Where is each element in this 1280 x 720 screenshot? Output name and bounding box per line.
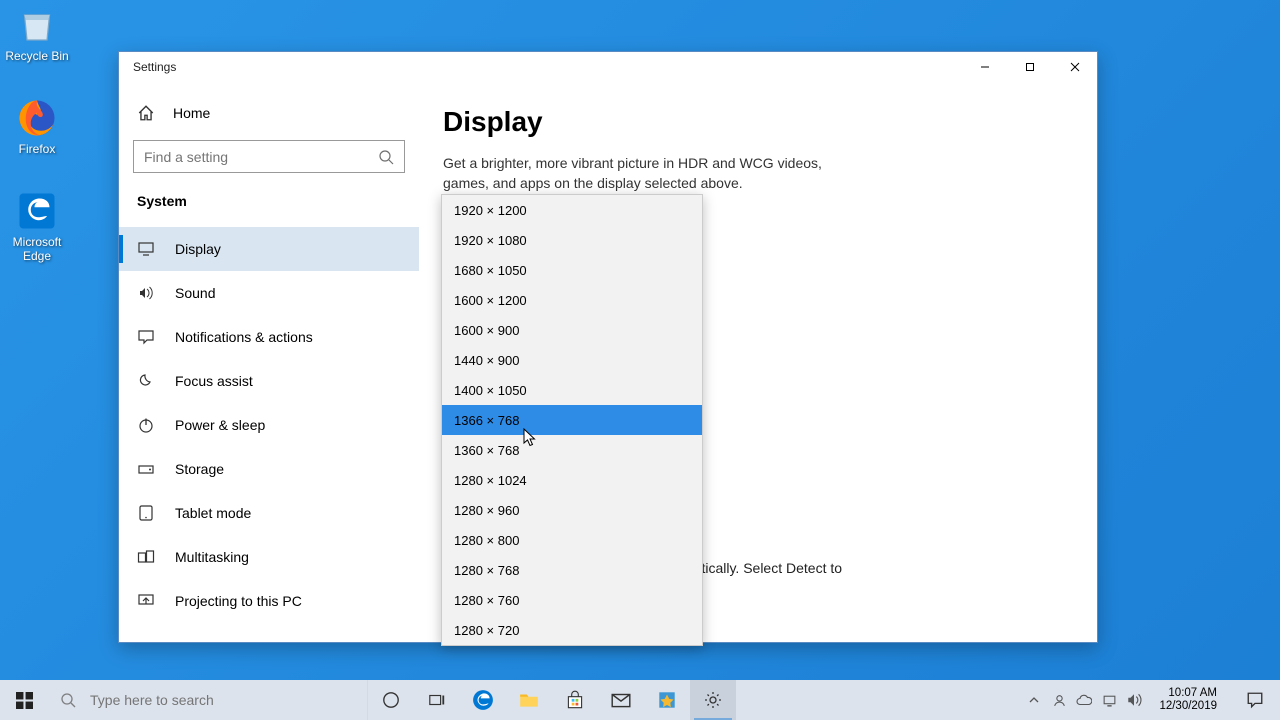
- sidebar: Home System Display Sound Notifications & …: [119, 82, 419, 642]
- firefox-icon: [16, 97, 58, 139]
- nav-item-notifications[interactable]: Notifications & actions: [119, 315, 419, 359]
- page-description: Get a brighter, more vibrant picture in …: [443, 154, 853, 193]
- nav-item-label: Focus assist: [175, 373, 253, 389]
- resolution-option[interactable]: 1920 × 1200: [442, 195, 702, 225]
- taskbar-search[interactable]: [48, 680, 368, 720]
- display-icon: [137, 240, 155, 258]
- minimize-button[interactable]: [962, 52, 1007, 82]
- desktop-icon-firefox[interactable]: Firefox: [0, 97, 74, 156]
- taskbar-edge[interactable]: [460, 680, 506, 720]
- close-button[interactable]: [1052, 52, 1097, 82]
- tray-people-icon[interactable]: [1051, 692, 1067, 708]
- desktop-icon-label: Firefox: [0, 142, 74, 156]
- taskbar-settings[interactable]: [690, 680, 736, 720]
- storage-icon: [137, 460, 155, 478]
- taskbar-store[interactable]: [552, 680, 598, 720]
- recycle-bin-icon: [16, 4, 58, 46]
- taskbar-search-input[interactable]: [90, 692, 350, 708]
- search-icon: [60, 692, 76, 708]
- desktop-icon-edge[interactable]: Microsoft Edge: [0, 190, 74, 263]
- nav-item-label: Notifications & actions: [175, 329, 313, 345]
- tray-volume-icon[interactable]: [1126, 692, 1142, 708]
- section-label: System: [119, 193, 419, 227]
- titlebar[interactable]: Settings: [119, 52, 1097, 82]
- resolution-option[interactable]: 1440 × 900: [442, 345, 702, 375]
- nav-item-display[interactable]: Display: [119, 227, 419, 271]
- search-icon: [378, 149, 394, 165]
- settings-search-input[interactable]: [144, 149, 378, 165]
- sound-icon: [137, 284, 155, 302]
- taskbar-clock[interactable]: 10:07 AM 12/30/2019: [1151, 687, 1225, 713]
- nav-item-tablet[interactable]: Tablet mode: [119, 491, 419, 535]
- resolution-option[interactable]: 1280 × 720: [442, 615, 702, 645]
- window-title: Settings: [133, 60, 176, 74]
- resolution-option[interactable]: 1280 × 760: [442, 585, 702, 615]
- resolution-option[interactable]: 1600 × 900: [442, 315, 702, 345]
- nav-item-multitask[interactable]: Multitasking: [119, 535, 419, 579]
- nav-item-focus[interactable]: Focus assist: [119, 359, 419, 403]
- multitask-icon: [137, 548, 155, 566]
- nav-item-projecting[interactable]: Projecting to this PC: [119, 579, 419, 623]
- truncated-text: matically. Select Detect to: [682, 560, 842, 576]
- nav-item-label: Power & sleep: [175, 417, 265, 433]
- edge-icon: [16, 190, 58, 232]
- focus-icon: [137, 372, 155, 390]
- nav-item-power[interactable]: Power & sleep: [119, 403, 419, 447]
- settings-search[interactable]: [133, 140, 405, 173]
- desktop-icon-label: Microsoft Edge: [0, 235, 74, 263]
- nav-item-label: Storage: [175, 461, 224, 477]
- resolution-option[interactable]: 1366 × 768: [442, 405, 702, 435]
- nav-item-label: Multitasking: [175, 549, 249, 565]
- notifications-icon: [137, 328, 155, 346]
- desktop-icon-label: Recycle Bin: [0, 49, 74, 63]
- tablet-icon: [137, 504, 155, 522]
- maximize-button[interactable]: [1007, 52, 1052, 82]
- desktop: Recycle Bin Firefox Microsoft Edge Setti…: [0, 0, 1280, 720]
- nav-item-storage[interactable]: Storage: [119, 447, 419, 491]
- projecting-icon: [137, 592, 155, 610]
- taskbar-mail[interactable]: [598, 680, 644, 720]
- resolution-option[interactable]: 1600 × 1200: [442, 285, 702, 315]
- taskbar: 10:07 AM 12/30/2019: [0, 680, 1280, 720]
- nav-item-label: Sound: [175, 285, 215, 301]
- home-button[interactable]: Home: [119, 82, 419, 140]
- resolution-option[interactable]: 1280 × 800: [442, 525, 702, 555]
- tray-network-icon[interactable]: [1101, 692, 1117, 708]
- home-label: Home: [173, 105, 210, 121]
- power-icon: [137, 416, 155, 434]
- action-center-button[interactable]: [1234, 691, 1276, 709]
- nav-item-label: Projecting to this PC: [175, 593, 302, 609]
- start-button[interactable]: [0, 680, 48, 720]
- resolution-dropdown[interactable]: 1920 × 12001920 × 10801680 × 10501600 × …: [441, 194, 703, 646]
- nav-item-sound[interactable]: Sound: [119, 271, 419, 315]
- nav-list: Display Sound Notifications & actions Focus…: [119, 227, 419, 642]
- cortana-button[interactable]: [368, 680, 414, 720]
- resolution-option[interactable]: 1680 × 1050: [442, 255, 702, 285]
- resolution-option[interactable]: 1400 × 1050: [442, 375, 702, 405]
- nav-item-label: Tablet mode: [175, 505, 251, 521]
- home-icon: [137, 104, 155, 122]
- tray-chevron-up-icon[interactable]: [1026, 692, 1042, 708]
- taskbar-app[interactable]: [644, 680, 690, 720]
- nav-item-label: Display: [175, 241, 221, 257]
- desktop-icon-recycle-bin[interactable]: Recycle Bin: [0, 4, 74, 63]
- taskbar-time: 10:07 AM: [1159, 687, 1217, 700]
- systray: 10:07 AM 12/30/2019: [1022, 680, 1280, 720]
- taskbar-file-explorer[interactable]: [506, 680, 552, 720]
- resolution-option[interactable]: 1280 × 1024: [442, 465, 702, 495]
- task-view-button[interactable]: [414, 680, 460, 720]
- tray-onedrive-icon[interactable]: [1076, 692, 1092, 708]
- page-heading: Display: [443, 106, 1073, 138]
- taskbar-date: 12/30/2019: [1159, 700, 1217, 713]
- resolution-option[interactable]: 1280 × 960: [442, 495, 702, 525]
- resolution-option[interactable]: 1920 × 1080: [442, 225, 702, 255]
- resolution-option[interactable]: 1280 × 768: [442, 555, 702, 585]
- resolution-option[interactable]: 1360 × 768: [442, 435, 702, 465]
